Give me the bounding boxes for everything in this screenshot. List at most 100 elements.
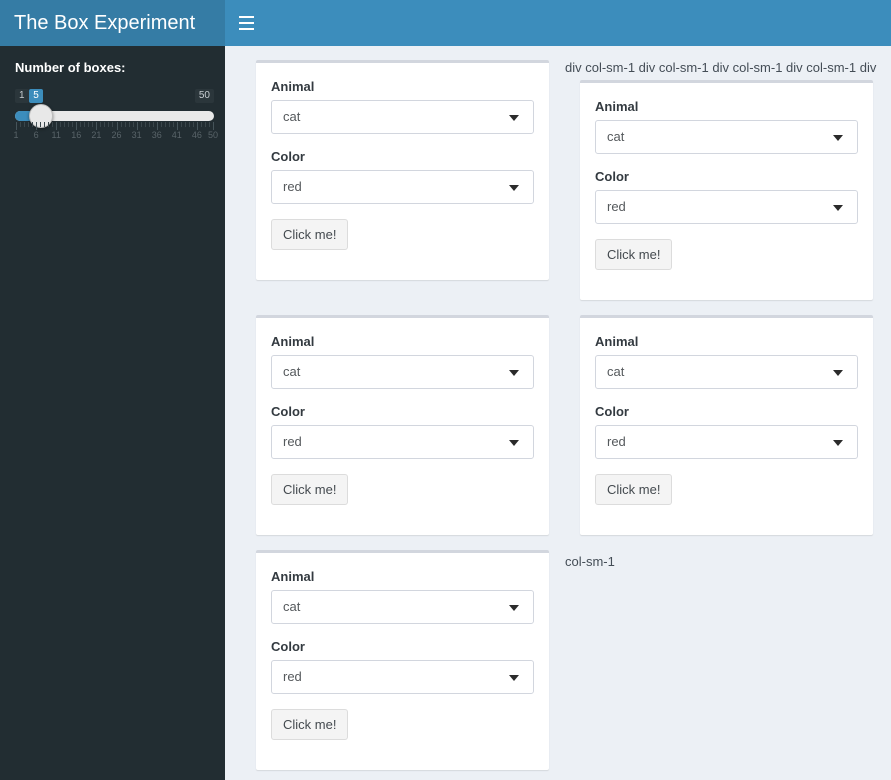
sidebar: Number of boxes: 1 5 50 1 6 11 16 21 26 31 36 41… (0, 46, 225, 780)
slider-tick (160, 122, 162, 127)
slider-tick (32, 122, 34, 127)
hamburger-icon[interactable] (225, 0, 267, 46)
slider-tick (64, 122, 66, 127)
slider-tick (68, 122, 70, 127)
slider-tick (152, 122, 154, 127)
chevron-down-icon (833, 440, 843, 446)
chevron-down-icon (509, 370, 519, 376)
slider-tick (188, 122, 190, 127)
color-select[interactable]: red (271, 425, 534, 459)
chevron-down-icon (509, 440, 519, 446)
animal-select[interactable]: cat (595, 355, 858, 389)
slider-tick (208, 122, 210, 127)
slider-tick (24, 122, 26, 127)
animal-label: Animal (595, 99, 639, 114)
slider-tick (196, 122, 198, 130)
slider-tick (164, 122, 166, 127)
animal-select[interactable]: cat (595, 120, 858, 154)
color-select-value: red (283, 434, 302, 449)
slider-tick (20, 122, 22, 127)
animal-select-value: cat (607, 129, 625, 144)
click-me-button[interactable]: Click me! (271, 474, 349, 505)
slider-tick-label: 46 (191, 130, 202, 140)
chevron-down-icon (509, 185, 519, 191)
chevron-down-icon (509, 675, 519, 681)
app-logo[interactable]: The Box Experiment (0, 0, 225, 46)
chevron-down-icon (509, 605, 519, 611)
slider-tick (204, 122, 206, 127)
color-select[interactable]: red (271, 170, 534, 204)
slider-tick (120, 122, 122, 127)
chevron-down-icon (833, 370, 843, 376)
slider-tick (44, 122, 46, 127)
color-select[interactable]: red (271, 660, 534, 694)
slider-tick (136, 122, 138, 130)
color-select[interactable]: red (595, 425, 858, 459)
slider-tick (104, 122, 106, 127)
slider-tick-label: 1 (13, 130, 19, 140)
slider-tick (140, 122, 142, 127)
animal-label: Animal (271, 569, 315, 584)
box-card: Animal cat Color red Click me! (256, 550, 549, 770)
slider-tick (88, 122, 90, 127)
click-me-button[interactable]: Click me! (271, 219, 349, 250)
slider-tick (36, 122, 38, 130)
color-label: Color (595, 404, 629, 419)
hamburger-bar (238, 28, 254, 30)
slider-tick (108, 122, 110, 127)
slider-tick-label: 11 (51, 130, 61, 140)
slider-tick (28, 122, 30, 127)
click-me-button[interactable]: Click me! (595, 474, 673, 505)
hamburger-bar (238, 22, 254, 24)
slider-tick (72, 122, 74, 127)
animal-select-value: cat (283, 109, 301, 124)
slider-tick-label: 31 (131, 130, 142, 140)
slider-value-badge: 5 (29, 89, 43, 103)
slider-tick (156, 122, 158, 130)
slider-tick-label: 36 (151, 130, 162, 140)
slider-tick (213, 122, 214, 130)
slider-tick (92, 122, 94, 127)
chevron-down-icon (833, 135, 843, 141)
color-select-value: red (283, 669, 302, 684)
slider-tick-label: 41 (171, 130, 182, 140)
slider-tick-label: 16 (71, 130, 82, 140)
slider-tick (200, 122, 202, 127)
color-select[interactable]: red (595, 190, 858, 224)
animal-label: Animal (595, 334, 639, 349)
navbar (225, 0, 891, 46)
slider-tick (144, 122, 146, 127)
color-select-value: red (607, 434, 626, 449)
slider-tick (56, 122, 58, 130)
number-of-boxes-slider[interactable]: 1 5 50 1 6 11 16 21 26 31 36 41 46 50 (13, 89, 218, 149)
animal-label: Animal (271, 79, 315, 94)
slider-tick (84, 122, 86, 127)
main-content: div col-sm-1 div col-sm-1 div col-sm-1 d… (225, 46, 891, 780)
animal-select-value: cat (283, 599, 301, 614)
box-card: Animal cat Color red Click me! (256, 315, 549, 535)
click-me-button[interactable]: Click me! (271, 709, 349, 740)
animal-select[interactable]: cat (271, 100, 534, 134)
color-select-value: red (607, 199, 626, 214)
animal-select[interactable]: cat (271, 590, 534, 624)
click-me-button[interactable]: Click me! (595, 239, 673, 270)
slider-tick (176, 122, 178, 130)
color-label: Color (271, 404, 305, 419)
slider-tick (48, 122, 50, 127)
color-label: Color (595, 169, 629, 184)
animal-select-value: cat (283, 364, 301, 379)
slider-tick-label: 50 (207, 130, 219, 140)
slider-tick-label: 21 (91, 130, 102, 140)
slider-tick-label: 6 (33, 130, 39, 140)
slider-tick-labels: 1 6 11 16 21 26 31 36 41 46 50 (13, 130, 218, 144)
color-select-value: red (283, 179, 302, 194)
slider-tick (168, 122, 170, 127)
animal-select[interactable]: cat (271, 355, 534, 389)
box-card: Animal cat Color red Click me! (256, 60, 549, 280)
slider-title: Number of boxes: (15, 60, 126, 75)
slider-tick (192, 122, 194, 127)
slider-tick (96, 122, 98, 130)
top-header: The Box Experiment (0, 0, 891, 46)
slider-tick (16, 122, 17, 130)
slider-tick (172, 122, 174, 127)
